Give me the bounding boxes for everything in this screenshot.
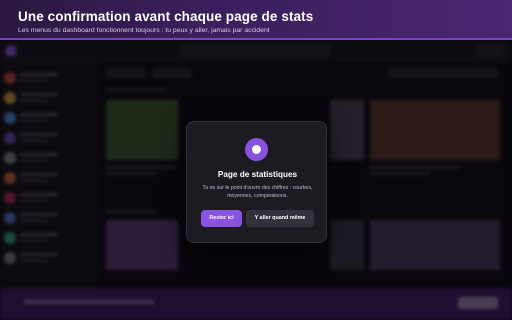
stay-here-button[interactable]: Rester ici [201,210,242,227]
header-banner: Une confirmation avant chaque page de st… [0,0,512,40]
screen: Une confirmation avant chaque page de st… [0,0,512,320]
modal-body: Tu es sur le point d'ouvrir des chiffres… [202,185,313,199]
record-dot-icon [245,138,268,161]
banner-subtitle: Les menus du dashboard fonctionnent touj… [18,27,270,34]
banner-title: Une confirmation avant chaque page de st… [18,9,314,24]
go-anyway-button[interactable]: Y aller quand même [246,210,314,227]
confirmation-modal: Page de statistiques Tu es sur le point … [186,121,327,243]
modal-title: Page de statistiques [217,170,298,179]
